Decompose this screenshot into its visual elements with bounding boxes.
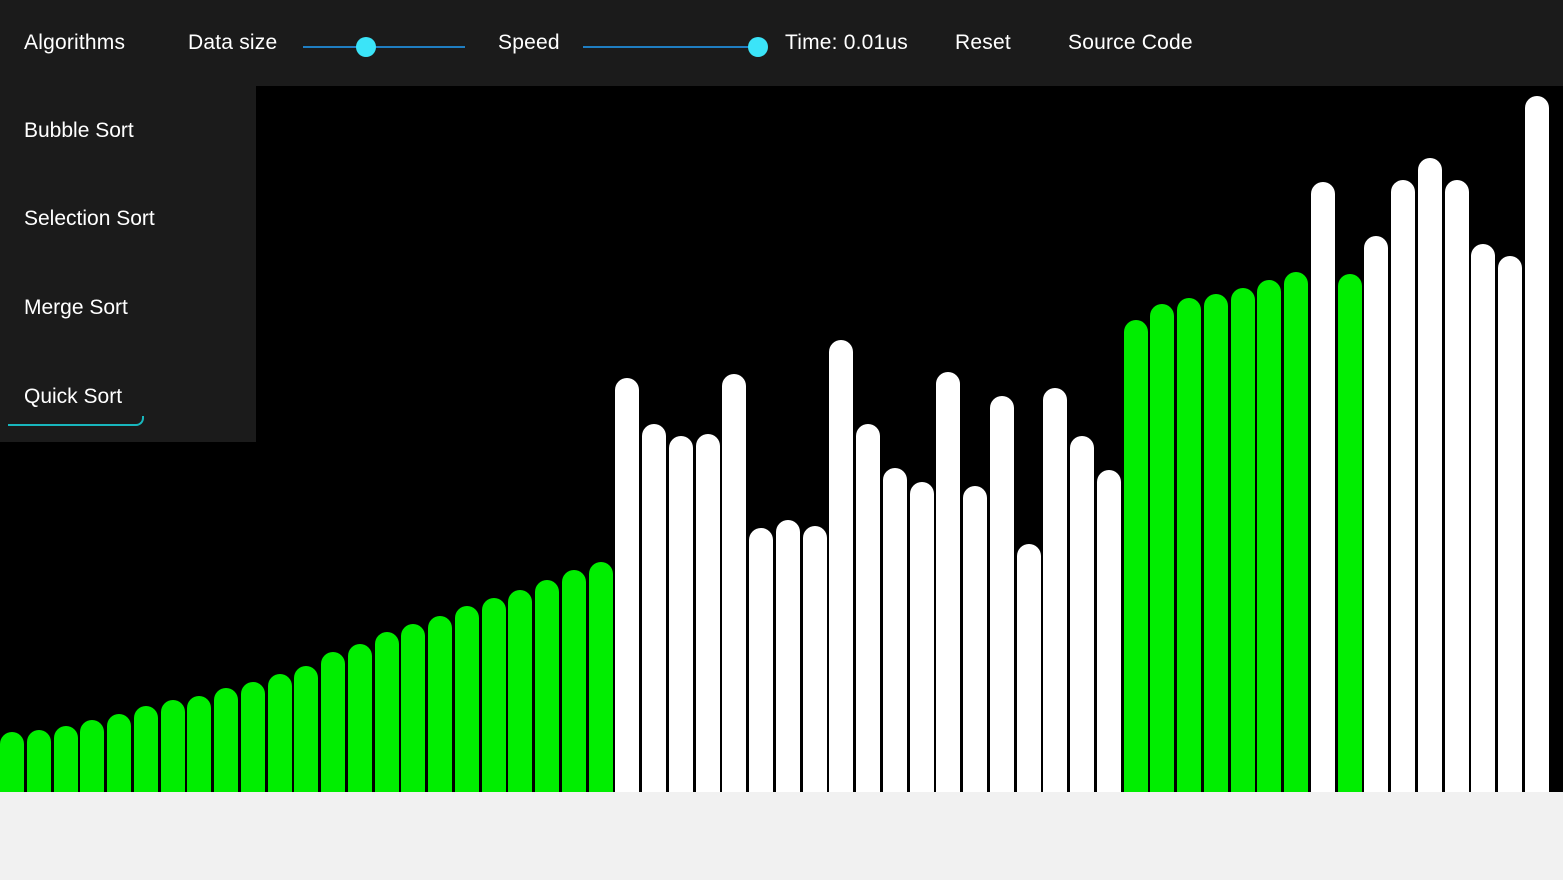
chart-bar xyxy=(187,696,211,792)
speed-slider-track xyxy=(583,46,758,48)
chart-bar xyxy=(696,434,720,792)
menu-item-bubble-sort[interactable]: Bubble Sort xyxy=(24,120,134,141)
chart-bar xyxy=(134,706,158,792)
chart-bar xyxy=(1525,96,1549,792)
chart-bar xyxy=(1284,272,1308,792)
chart-bar xyxy=(669,436,693,792)
chart-bar xyxy=(107,714,131,792)
chart-bar xyxy=(1338,274,1362,792)
data-size-slider-track xyxy=(303,46,465,48)
chart-bar xyxy=(1070,436,1094,792)
chart-bar xyxy=(990,396,1014,792)
chart-bar xyxy=(803,526,827,792)
chart-bar xyxy=(963,486,987,792)
chart-bar xyxy=(883,468,907,792)
chart-bar xyxy=(27,730,51,792)
chart-bar xyxy=(0,732,24,792)
chart-bar xyxy=(1445,180,1469,792)
chart-bar xyxy=(1017,544,1041,792)
chart-bar xyxy=(776,520,800,792)
chart-bar xyxy=(749,528,773,792)
chart-bar xyxy=(375,632,399,792)
chart-bar xyxy=(214,688,238,792)
chart-bar xyxy=(1150,304,1174,792)
data-size-slider[interactable] xyxy=(303,35,465,59)
chart-bar xyxy=(562,570,586,792)
chart-bar xyxy=(1257,280,1281,792)
toolbar: Algorithms Data size Speed Time: 0.01us … xyxy=(0,0,1563,86)
chart-bar xyxy=(54,726,78,792)
chart-bar xyxy=(428,616,452,792)
chart-bar xyxy=(294,666,318,792)
chart-bar xyxy=(80,720,104,792)
chart-bar xyxy=(348,644,372,792)
chart-bar xyxy=(321,652,345,792)
chart-bar xyxy=(455,606,479,792)
chart-bar xyxy=(856,424,880,792)
chart-bar xyxy=(1364,236,1388,792)
chart-bar xyxy=(1231,288,1255,792)
chart-bar xyxy=(829,340,853,792)
chart-bar xyxy=(161,700,185,792)
chart-bar xyxy=(1043,388,1067,792)
chart-bar xyxy=(401,624,425,792)
data-size-label: Data size xyxy=(188,32,277,53)
menu-item-selection-sort[interactable]: Selection Sort xyxy=(24,208,155,229)
chart-bar xyxy=(910,482,934,792)
chart-bar xyxy=(508,590,532,792)
chart-bar xyxy=(1471,244,1495,792)
speed-label: Speed xyxy=(498,32,560,53)
menu-item-quick-sort[interactable]: Quick Sort xyxy=(24,386,122,407)
speed-slider-thumb[interactable] xyxy=(748,37,768,57)
menu-active-underline xyxy=(8,416,144,426)
chart-bar xyxy=(1391,180,1415,792)
chart-bar xyxy=(1498,256,1522,792)
chart-bar xyxy=(1204,294,1228,792)
chart-bar xyxy=(642,424,666,792)
chart-bar xyxy=(482,598,506,792)
data-size-slider-thumb[interactable] xyxy=(356,37,376,57)
sorting-visualizer-app: Algorithms Data size Speed Time: 0.01us … xyxy=(0,0,1563,880)
chart-bar xyxy=(722,374,746,792)
chart-bar xyxy=(936,372,960,792)
algorithms-dropdown: Bubble Sort Selection Sort Merge Sort Qu… xyxy=(0,86,256,442)
speed-slider[interactable] xyxy=(583,35,758,59)
algorithms-menu-trigger[interactable]: Algorithms xyxy=(24,32,125,53)
chart-bar xyxy=(1124,320,1148,792)
menu-item-merge-sort[interactable]: Merge Sort xyxy=(24,297,128,318)
chart-bar xyxy=(589,562,613,792)
chart-bar xyxy=(268,674,292,792)
chart-bar xyxy=(615,378,639,792)
reset-button[interactable]: Reset xyxy=(955,32,1011,53)
chart-bar xyxy=(535,580,559,792)
chart-bar xyxy=(1418,158,1442,792)
chart-bar xyxy=(1311,182,1335,792)
chart-bar xyxy=(1177,298,1201,792)
chart-bar xyxy=(1097,470,1121,792)
source-code-button[interactable]: Source Code xyxy=(1068,32,1193,53)
time-readout: Time: 0.01us xyxy=(785,32,908,53)
chart-bar xyxy=(241,682,265,792)
